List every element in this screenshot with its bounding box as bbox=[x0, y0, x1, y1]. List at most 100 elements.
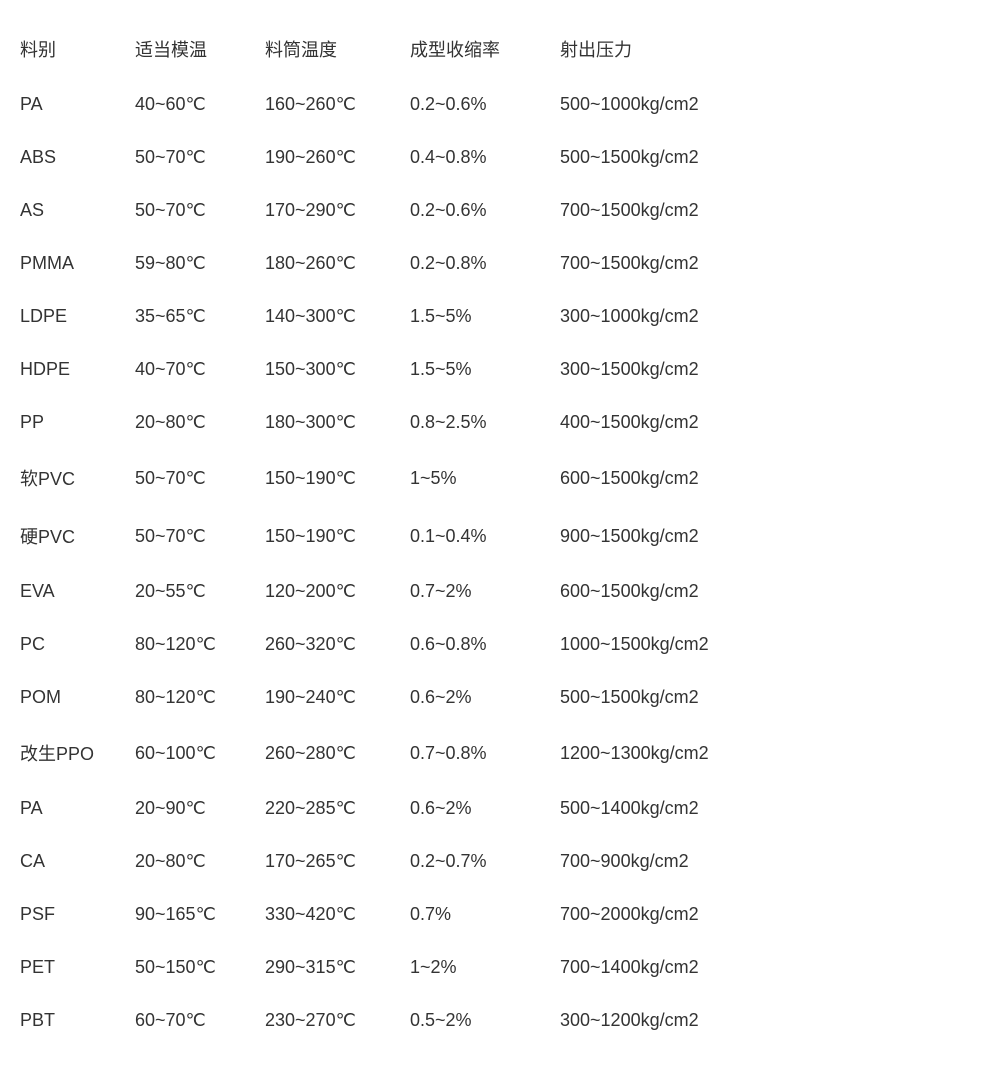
cell-shrinkage: 0.1~0.4% bbox=[410, 507, 560, 565]
cell-pressure: 1000~1500kg/cm2 bbox=[560, 618, 719, 671]
table-header-row: 料别 适当模温 料筒温度 成型收缩率 射出压力 bbox=[20, 20, 719, 78]
cell-barrel-temp: 180~300℃ bbox=[265, 396, 410, 449]
cell-barrel-temp: 190~240℃ bbox=[265, 671, 410, 724]
table-row: 硬PVC50~70℃150~190℃0.1~0.4%900~1500kg/cm2 bbox=[20, 507, 719, 565]
cell-material: PC bbox=[20, 618, 135, 671]
cell-barrel-temp: 120~200℃ bbox=[265, 565, 410, 618]
cell-material: ABS bbox=[20, 131, 135, 184]
cell-mold-temp: 35~65℃ bbox=[135, 290, 265, 343]
cell-mold-temp: 20~80℃ bbox=[135, 396, 265, 449]
cell-shrinkage: 0.6~2% bbox=[410, 782, 560, 835]
cell-shrinkage: 0.6~2% bbox=[410, 671, 560, 724]
table-row: HDPE40~70℃150~300℃1.5~5%300~1500kg/cm2 bbox=[20, 343, 719, 396]
cell-shrinkage: 0.5~2% bbox=[410, 994, 560, 1047]
cell-shrinkage: 0.2~0.6% bbox=[410, 78, 560, 131]
cell-material: AS bbox=[20, 184, 135, 237]
table-row: PP20~80℃180~300℃0.8~2.5%400~1500kg/cm2 bbox=[20, 396, 719, 449]
cell-shrinkage: 0.7~0.8% bbox=[410, 724, 560, 782]
cell-mold-temp: 80~120℃ bbox=[135, 618, 265, 671]
cell-barrel-temp: 150~190℃ bbox=[265, 449, 410, 507]
cell-pressure: 500~1500kg/cm2 bbox=[560, 131, 719, 184]
table-row: ABS50~70℃190~260℃0.4~0.8%500~1500kg/cm2 bbox=[20, 131, 719, 184]
cell-pressure: 300~1000kg/cm2 bbox=[560, 290, 719, 343]
cell-barrel-temp: 260~320℃ bbox=[265, 618, 410, 671]
cell-barrel-temp: 330~420℃ bbox=[265, 888, 410, 941]
cell-material: POM bbox=[20, 671, 135, 724]
cell-shrinkage: 0.2~0.8% bbox=[410, 237, 560, 290]
materials-table: 料别 适当模温 料筒温度 成型收缩率 射出压力 PA40~60℃160~260℃… bbox=[20, 20, 719, 1047]
table-row: PMMA59~80℃180~260℃0.2~0.8%700~1500kg/cm2 bbox=[20, 237, 719, 290]
cell-shrinkage: 1.5~5% bbox=[410, 343, 560, 396]
cell-mold-temp: 50~150℃ bbox=[135, 941, 265, 994]
cell-barrel-temp: 260~280℃ bbox=[265, 724, 410, 782]
cell-pressure: 700~900kg/cm2 bbox=[560, 835, 719, 888]
cell-shrinkage: 0.7~2% bbox=[410, 565, 560, 618]
cell-barrel-temp: 220~285℃ bbox=[265, 782, 410, 835]
table-row: PA40~60℃160~260℃0.2~0.6%500~1000kg/cm2 bbox=[20, 78, 719, 131]
cell-shrinkage: 0.2~0.7% bbox=[410, 835, 560, 888]
table-row: LDPE35~65℃140~300℃1.5~5%300~1000kg/cm2 bbox=[20, 290, 719, 343]
table-row: 改生PPO60~100℃260~280℃0.7~0.8%1200~1300kg/… bbox=[20, 724, 719, 782]
cell-mold-temp: 59~80℃ bbox=[135, 237, 265, 290]
cell-pressure: 300~1200kg/cm2 bbox=[560, 994, 719, 1047]
cell-barrel-temp: 230~270℃ bbox=[265, 994, 410, 1047]
table-row: CA20~80℃170~265℃0.2~0.7%700~900kg/cm2 bbox=[20, 835, 719, 888]
cell-pressure: 900~1500kg/cm2 bbox=[560, 507, 719, 565]
cell-barrel-temp: 290~315℃ bbox=[265, 941, 410, 994]
cell-mold-temp: 50~70℃ bbox=[135, 507, 265, 565]
header-shrinkage: 成型收缩率 bbox=[410, 20, 560, 78]
cell-mold-temp: 50~70℃ bbox=[135, 184, 265, 237]
cell-material: PMMA bbox=[20, 237, 135, 290]
cell-barrel-temp: 150~190℃ bbox=[265, 507, 410, 565]
cell-shrinkage: 0.4~0.8% bbox=[410, 131, 560, 184]
cell-pressure: 500~1000kg/cm2 bbox=[560, 78, 719, 131]
cell-material: PA bbox=[20, 782, 135, 835]
cell-barrel-temp: 180~260℃ bbox=[265, 237, 410, 290]
cell-barrel-temp: 190~260℃ bbox=[265, 131, 410, 184]
cell-material: CA bbox=[20, 835, 135, 888]
cell-shrinkage: 0.6~0.8% bbox=[410, 618, 560, 671]
cell-mold-temp: 50~70℃ bbox=[135, 131, 265, 184]
cell-material: PA bbox=[20, 78, 135, 131]
cell-shrinkage: 0.7% bbox=[410, 888, 560, 941]
cell-mold-temp: 20~80℃ bbox=[135, 835, 265, 888]
cell-mold-temp: 90~165℃ bbox=[135, 888, 265, 941]
cell-material: EVA bbox=[20, 565, 135, 618]
cell-material: 硬PVC bbox=[20, 507, 135, 565]
cell-mold-temp: 50~70℃ bbox=[135, 449, 265, 507]
cell-mold-temp: 80~120℃ bbox=[135, 671, 265, 724]
cell-pressure: 1200~1300kg/cm2 bbox=[560, 724, 719, 782]
cell-material: PP bbox=[20, 396, 135, 449]
cell-shrinkage: 1~2% bbox=[410, 941, 560, 994]
cell-pressure: 700~1400kg/cm2 bbox=[560, 941, 719, 994]
header-barrel-temp: 料筒温度 bbox=[265, 20, 410, 78]
cell-mold-temp: 40~70℃ bbox=[135, 343, 265, 396]
table-row: EVA20~55℃120~200℃0.7~2%600~1500kg/cm2 bbox=[20, 565, 719, 618]
cell-shrinkage: 1~5% bbox=[410, 449, 560, 507]
cell-barrel-temp: 170~265℃ bbox=[265, 835, 410, 888]
cell-material: LDPE bbox=[20, 290, 135, 343]
table-row: PSF90~165℃330~420℃0.7%700~2000kg/cm2 bbox=[20, 888, 719, 941]
cell-mold-temp: 60~100℃ bbox=[135, 724, 265, 782]
cell-pressure: 700~2000kg/cm2 bbox=[560, 888, 719, 941]
cell-barrel-temp: 170~290℃ bbox=[265, 184, 410, 237]
cell-pressure: 700~1500kg/cm2 bbox=[560, 237, 719, 290]
table-row: PA20~90℃220~285℃0.6~2%500~1400kg/cm2 bbox=[20, 782, 719, 835]
cell-mold-temp: 40~60℃ bbox=[135, 78, 265, 131]
header-mold-temp: 适当模温 bbox=[135, 20, 265, 78]
header-material: 料别 bbox=[20, 20, 135, 78]
cell-pressure: 600~1500kg/cm2 bbox=[560, 449, 719, 507]
cell-pressure: 600~1500kg/cm2 bbox=[560, 565, 719, 618]
cell-shrinkage: 0.2~0.6% bbox=[410, 184, 560, 237]
cell-mold-temp: 60~70℃ bbox=[135, 994, 265, 1047]
table-row: PET50~150℃290~315℃1~2%700~1400kg/cm2 bbox=[20, 941, 719, 994]
table-row: PC80~120℃260~320℃0.6~0.8%1000~1500kg/cm2 bbox=[20, 618, 719, 671]
cell-barrel-temp: 160~260℃ bbox=[265, 78, 410, 131]
cell-material: PET bbox=[20, 941, 135, 994]
cell-material: HDPE bbox=[20, 343, 135, 396]
cell-mold-temp: 20~55℃ bbox=[135, 565, 265, 618]
table-row: 软PVC50~70℃150~190℃1~5%600~1500kg/cm2 bbox=[20, 449, 719, 507]
cell-pressure: 700~1500kg/cm2 bbox=[560, 184, 719, 237]
cell-material: PBT bbox=[20, 994, 135, 1047]
cell-pressure: 300~1500kg/cm2 bbox=[560, 343, 719, 396]
